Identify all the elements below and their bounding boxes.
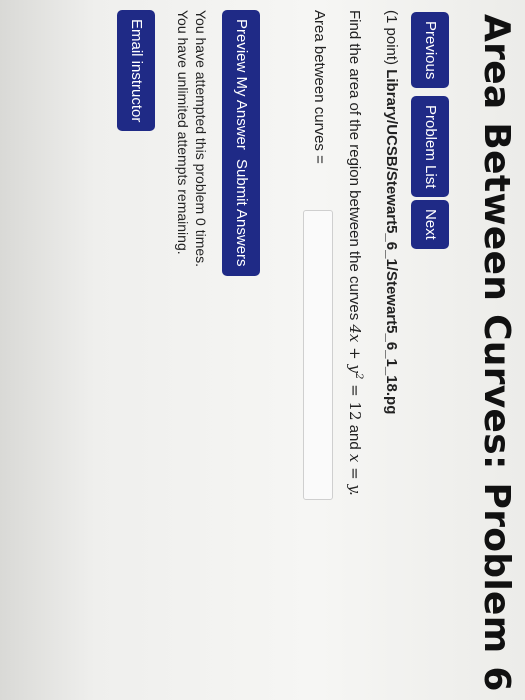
attempt-status: You have attempted this problem 0 times.… bbox=[174, 10, 210, 267]
question-prefix: Find the area of the region between the … bbox=[346, 10, 363, 321]
problem-points: (1 point) bbox=[383, 10, 400, 66]
problem-panel: (1 point) Library/UCSB/Stewart5_6_1/Stew… bbox=[0, 0, 400, 700]
answer-label: Area between curves = bbox=[311, 10, 328, 164]
submit-answers-button[interactable]: Submit Answers bbox=[222, 150, 260, 276]
next-button[interactable]: Next bbox=[411, 200, 449, 249]
screen: Area Between Curves: Problem 6 Previous … bbox=[0, 0, 525, 700]
problem-statement: Find the area of the region between the … bbox=[346, 10, 364, 496]
and-word: and bbox=[346, 424, 363, 450]
equation-2: x = y. bbox=[346, 453, 364, 496]
email-instructor-button[interactable]: Email instructor bbox=[117, 10, 155, 132]
preview-answers-button[interactable]: Preview My Answers bbox=[222, 10, 260, 167]
attempted-text: You have attempted this problem 0 times. bbox=[193, 10, 209, 268]
page-title: Area Between Curves: Problem 6 bbox=[476, 14, 517, 692]
previous-button[interactable]: Previous bbox=[411, 12, 449, 89]
problem-path: Library/UCSB/Stewart5_6_1/Stewart5_6_1_1… bbox=[383, 69, 400, 415]
answer-input[interactable] bbox=[303, 210, 333, 500]
problem-header: (1 point) Library/UCSB/Stewart5_6_1/Stew… bbox=[383, 10, 400, 414]
remaining-text: You have unlimited attempts remaining. bbox=[175, 10, 191, 255]
equation-1: 4x + y2 = 12 bbox=[346, 324, 364, 421]
problem-list-button[interactable]: Problem List bbox=[411, 96, 449, 198]
webwork-page: Area Between Curves: Problem 6 Previous … bbox=[0, 0, 525, 700]
